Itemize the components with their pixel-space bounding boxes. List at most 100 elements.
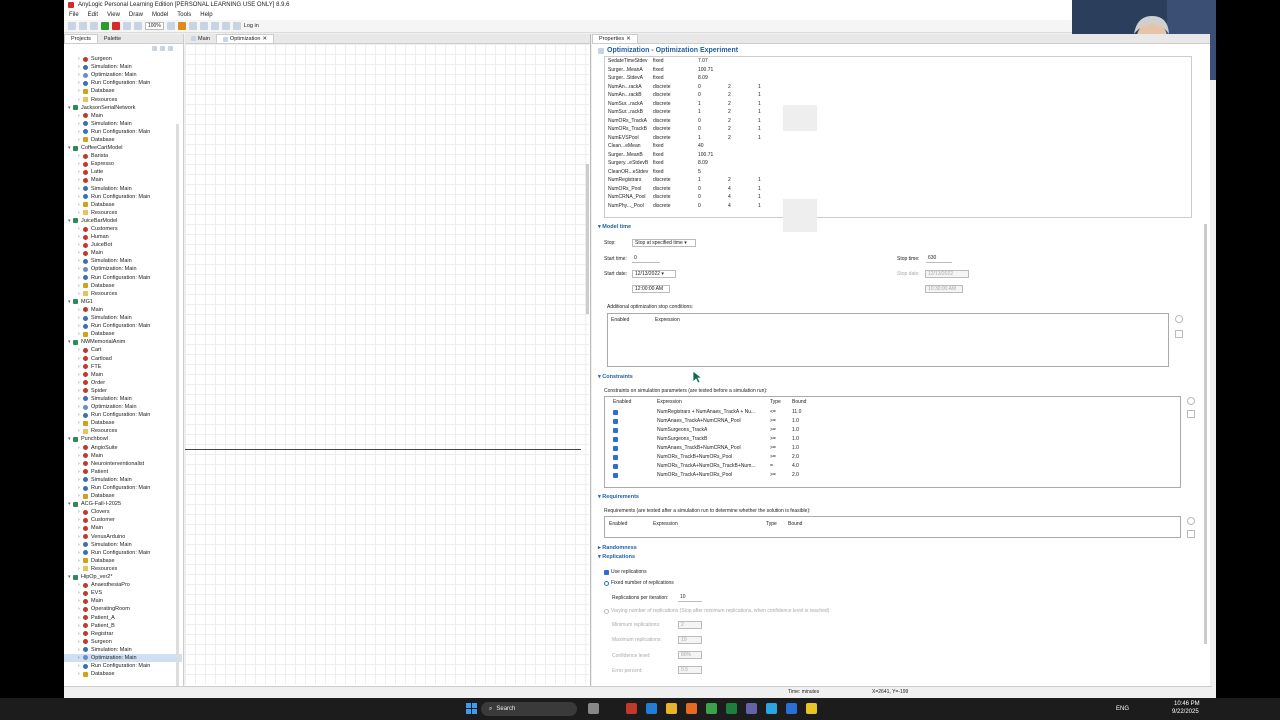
- firefox-icon[interactable]: [686, 703, 697, 714]
- param-row[interactable]: NumAn...rackB discrete 0 2 1: [608, 92, 828, 101]
- model-time-section[interactable]: ▾ Model time: [598, 224, 631, 230]
- stop-time-input[interactable]: 630: [926, 255, 952, 263]
- tree-item[interactable]: › JuiceBot: [64, 241, 182, 249]
- tree-item[interactable]: › Spider: [64, 387, 182, 395]
- param-row[interactable]: NumSur...rackA discrete 1 2 1: [608, 101, 828, 110]
- tree-item[interactable]: ▾ HipOp_ver2*: [64, 573, 182, 581]
- tree-item[interactable]: › Patient: [64, 468, 182, 476]
- tree-item[interactable]: › Clovers: [64, 508, 182, 516]
- link-icon[interactable]: [221, 22, 230, 30]
- param-row[interactable]: NumCRNA_Pool discrete 0 4 1: [608, 194, 828, 203]
- clock-time[interactable]: 10:46 PM: [1174, 701, 1200, 707]
- start-icon[interactable]: [466, 703, 477, 714]
- tab-properties[interactable]: Properties ✕: [592, 34, 638, 43]
- tab-palette[interactable]: Palette: [98, 34, 127, 43]
- redo-icon[interactable]: [134, 22, 142, 30]
- remove-icon[interactable]: [1175, 330, 1183, 338]
- stop-clock-input[interactable]: 10:30:00 AM: [925, 285, 963, 293]
- checkbox-icon[interactable]: [613, 410, 618, 415]
- new-icon[interactable]: [68, 22, 76, 30]
- chrome-icon[interactable]: [706, 703, 717, 714]
- tree-item[interactable]: › Optimization: Main: [64, 71, 182, 79]
- tree-item[interactable]: › Cartload: [64, 354, 182, 362]
- tree-item[interactable]: › Barista: [64, 152, 182, 160]
- min-replications-input[interactable]: 2: [678, 621, 702, 629]
- notes-icon[interactable]: [806, 703, 817, 714]
- tree-item[interactable]: › Resources: [64, 565, 182, 573]
- tree-item[interactable]: › Registrar: [64, 630, 182, 638]
- per-iteration-input[interactable]: 10: [678, 594, 702, 602]
- constraints-section[interactable]: ▾ Constraints: [598, 374, 633, 380]
- zoom-icon[interactable]: [786, 703, 797, 714]
- tree-item[interactable]: › Resources: [64, 427, 182, 435]
- tree-item[interactable]: › Run Configuration: Main: [64, 484, 182, 492]
- collapse-icon[interactable]: [152, 46, 157, 51]
- checkbox-icon[interactable]: [613, 428, 618, 433]
- tree-item[interactable]: › Main: [64, 306, 182, 314]
- varying-replications-radio[interactable]: Varying number of replications (Stop aft…: [604, 608, 829, 614]
- requirements-section[interactable]: ▾ Requirements: [598, 494, 639, 500]
- canvas-scrollbar[interactable]: [586, 164, 589, 314]
- replications-section[interactable]: ▾ Replications: [598, 554, 635, 560]
- tab-projects[interactable]: Projects: [64, 34, 98, 43]
- edge-icon[interactable]: [646, 703, 657, 714]
- tree-item[interactable]: › Run Configuration: Main: [64, 322, 182, 330]
- tree-item[interactable]: › Run Configuration: Main: [64, 193, 182, 201]
- tree-item[interactable]: › Optimization: Main: [64, 265, 182, 273]
- user-icon[interactable]: [232, 22, 241, 30]
- tree-item[interactable]: › Neurointerventionalist: [64, 460, 182, 468]
- max-replications-input[interactable]: 10: [678, 636, 702, 644]
- tree-item[interactable]: › Main: [64, 524, 182, 532]
- constraint-row[interactable]: NumSurgeons_TrackB >= 1.0: [609, 436, 1009, 445]
- tree-item[interactable]: › Customer: [64, 516, 182, 524]
- explorer-icon[interactable]: [666, 703, 677, 714]
- tree-item[interactable]: › Simulation: Main: [64, 476, 182, 484]
- tree-item[interactable]: ▾ MG1: [64, 298, 182, 306]
- close-icon[interactable]: ✕: [263, 36, 268, 42]
- tree-item[interactable]: › Simulation: Main: [64, 541, 182, 549]
- tree-item[interactable]: ▾ NWMemorialAnim: [64, 338, 182, 346]
- tree-item[interactable]: ▾ JacksonSerialNetwork: [64, 104, 182, 112]
- tree-item[interactable]: › Main: [64, 452, 182, 460]
- layer-icon[interactable]: [210, 22, 219, 30]
- param-row[interactable]: Clean...eMean fixed 40: [608, 143, 828, 152]
- constraint-row[interactable]: NumRegistrars + NumAnaes_TrackA + Nu... <…: [609, 409, 1009, 418]
- tree-item[interactable]: › Main: [64, 112, 182, 120]
- param-row[interactable]: NumRegistrars discrete 1 2 1: [608, 177, 828, 186]
- stop-conditions-table[interactable]: Enabled Expression: [607, 313, 1169, 367]
- constraint-row[interactable]: NumAnaes_TrackB+NumCRNA_Pool >= 1.0: [609, 445, 1009, 454]
- param-row[interactable]: NumORs_TrackB discrete 0 2 1: [608, 126, 828, 135]
- param-row[interactable]: NumPhy..._Pool discrete 0 4 1: [608, 203, 828, 212]
- tree-item[interactable]: › Surgeon: [64, 55, 182, 63]
- tree-item[interactable]: › Simulation: Main: [64, 185, 182, 193]
- anylogic-icon[interactable]: [626, 703, 637, 714]
- param-row[interactable]: Surger...MeanB fixed 100.71: [608, 152, 828, 161]
- tree-item[interactable]: ▾ JuiceBarModel: [64, 217, 182, 225]
- tree-item[interactable]: › Optimization: Main: [64, 653, 182, 663]
- menu-item-model[interactable]: Model: [152, 12, 168, 18]
- constraint-row[interactable]: NumAnaes_TrackA+NumCRNA_Pool >= 1.0: [609, 418, 1009, 427]
- checkbox-icon[interactable]: [613, 464, 618, 469]
- tree-item[interactable]: › Database: [64, 136, 182, 144]
- save-icon[interactable]: [90, 22, 98, 30]
- tree-item[interactable]: › Customers: [64, 225, 182, 233]
- use-replications-checkbox[interactable]: Use replications: [604, 569, 647, 575]
- param-row[interactable]: Surger...StdevA fixed 8.09: [608, 75, 828, 84]
- param-row[interactable]: NumORs_Pool discrete 0 4 1: [608, 186, 828, 195]
- tree-item[interactable]: › Simulation: Main: [64, 646, 182, 654]
- group-icon[interactable]: [199, 22, 208, 30]
- confidence-select[interactable]: 80%: [678, 651, 702, 659]
- tree-item[interactable]: › Main: [64, 176, 182, 184]
- tree-item[interactable]: › Patient_B: [64, 622, 182, 630]
- graphical-editor-canvas[interactable]: [185, 44, 589, 684]
- tree-item[interactable]: › Run Configuration: Main: [64, 549, 182, 557]
- start-clock-input[interactable]: 12:00:00 AM: [632, 285, 670, 293]
- requirements-table[interactable]: Enabled Expression Type Bound: [604, 516, 1181, 538]
- tree-item[interactable]: › Optimization: Main: [64, 403, 182, 411]
- constraint-row[interactable]: NumORs_TrackA+NumORs_TrackB+Num... = 4.0: [609, 463, 1009, 472]
- tree-item[interactable]: › Resources: [64, 209, 182, 217]
- close-icon[interactable]: ✕: [626, 36, 631, 42]
- app-icon[interactable]: [766, 703, 777, 714]
- tree-item[interactable]: › Run Configuration: Main: [64, 411, 182, 419]
- menu-item-draw[interactable]: Draw: [129, 12, 143, 18]
